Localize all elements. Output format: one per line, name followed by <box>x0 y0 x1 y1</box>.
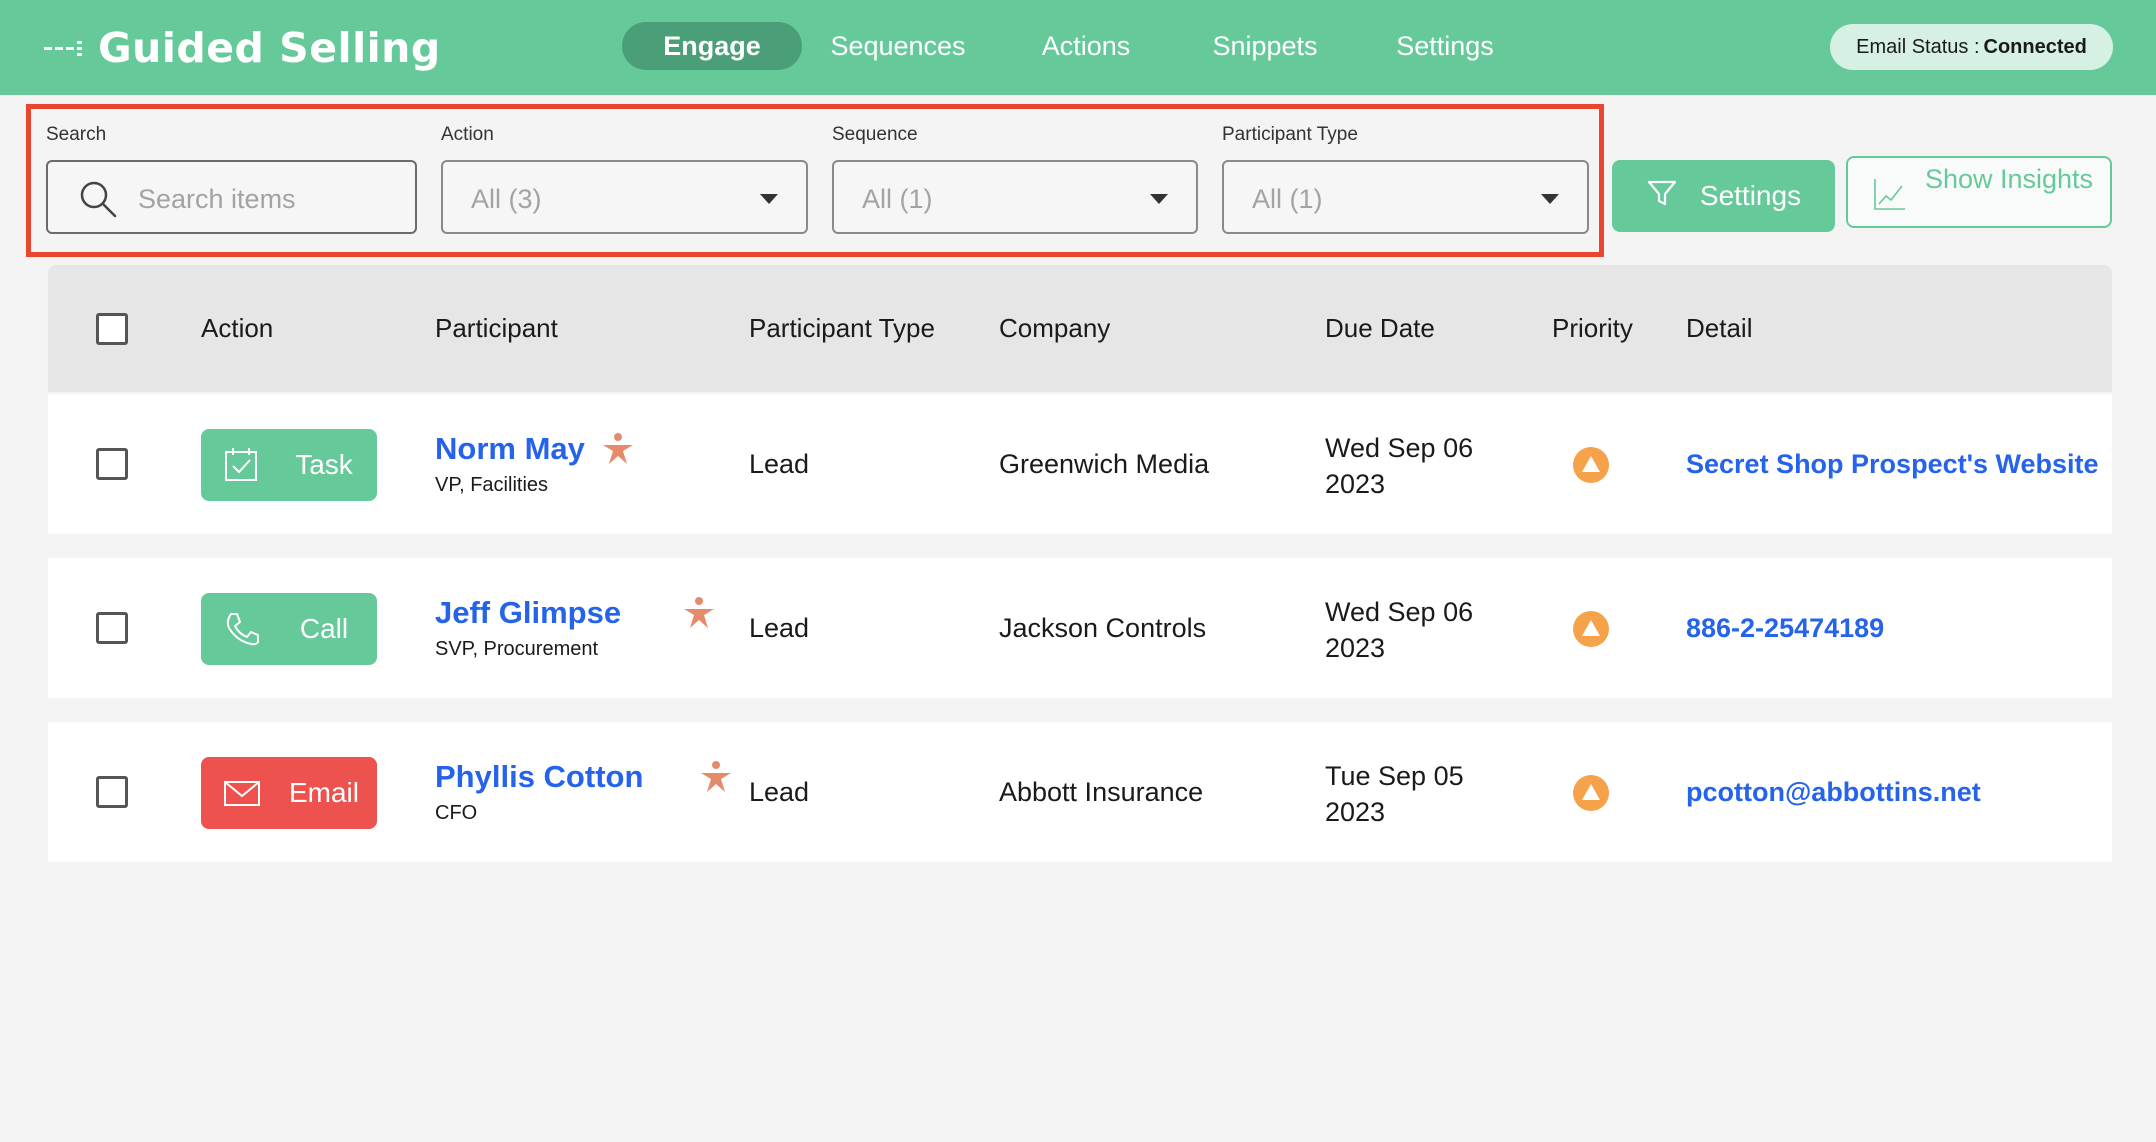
person-star-icon <box>601 432 635 466</box>
company-name: Abbott Insurance <box>999 777 1204 807</box>
email-action-button[interactable]: Email <box>201 757 377 829</box>
participant-type-filter-select[interactable]: All (1) <box>1222 160 1589 234</box>
call-action-button[interactable]: Call <box>201 593 377 665</box>
search-input[interactable]: Search items <box>46 160 417 234</box>
column-header-due-date: Due Date <box>1325 313 1435 343</box>
tab-engage[interactable]: Engage <box>622 22 802 70</box>
table-row: Task Norm May VP, Facilities Lead Greenw… <box>48 394 2112 534</box>
participant-type-filter-label: Participant Type <box>1222 124 1358 145</box>
app-title: Guided Selling <box>98 24 441 72</box>
action-filter-label: Action <box>441 124 494 145</box>
column-header-company: Company <box>999 313 1111 343</box>
chevron-down-icon <box>1150 194 1168 204</box>
participant-name-link[interactable]: Jeff Glimpse <box>435 595 621 631</box>
participant-name-link[interactable]: Norm May <box>435 431 585 467</box>
participant-type: Lead <box>749 613 810 643</box>
settings-filter-button[interactable]: Settings <box>1612 160 1835 232</box>
task-action-button[interactable]: Task <box>201 429 377 501</box>
priority-up-icon <box>1572 446 1610 484</box>
column-header-priority: Priority <box>1552 313 1633 343</box>
row-checkbox[interactable] <box>96 448 128 480</box>
due-date-year: 2023 <box>1325 469 1386 499</box>
action-label: Task <box>295 449 353 480</box>
action-filter-select[interactable]: All (3) <box>441 160 808 234</box>
priority-up-icon <box>1572 610 1610 648</box>
select-all-checkbox[interactable] <box>96 313 128 345</box>
envelope-icon <box>223 775 261 811</box>
action-label: Email <box>288 777 359 808</box>
priority-up-icon <box>1572 774 1610 812</box>
column-header-participant-type: Participant Type <box>749 313 935 343</box>
due-date-year: 2023 <box>1325 633 1386 663</box>
participant-type-filter-value: All (1) <box>1252 184 1323 214</box>
due-date-day: Wed Sep 06 <box>1325 433 1474 463</box>
chevron-down-icon <box>1541 194 1559 204</box>
line-chart-icon <box>1872 176 1908 212</box>
brand-logo-icon <box>44 36 84 60</box>
column-header-detail: Detail <box>1686 313 1753 343</box>
tab-sequences[interactable]: Sequences <box>822 22 974 70</box>
detail-link[interactable]: 886-2-25474189 <box>1686 613 1884 644</box>
show-insights-label: Show Insights <box>1924 164 2094 194</box>
sequence-filter-select[interactable]: All (1) <box>832 160 1198 234</box>
tab-snippets[interactable]: Snippets <box>1202 22 1328 70</box>
action-filter-value: All (3) <box>471 184 542 214</box>
participant-type: Lead <box>749 449 810 479</box>
participant-type: Lead <box>749 777 810 807</box>
detail-link[interactable]: Secret Shop Prospect's Website <box>1686 449 2099 480</box>
table-row: Call Jeff Glimpse SVP, Procurement Lead … <box>48 558 2112 698</box>
task-check-icon <box>223 447 261 483</box>
tab-actions[interactable]: Actions <box>1026 22 1146 70</box>
sequence-filter-value: All (1) <box>862 184 933 214</box>
table-row: Email Phyllis Cotton CFO Lead Abbott Ins… <box>48 722 2112 862</box>
search-icon <box>78 179 118 219</box>
column-header-participant: Participant <box>435 313 558 343</box>
email-status-label: Email Status : <box>1856 35 1980 58</box>
participant-title: CFO <box>435 802 478 824</box>
row-checkbox[interactable] <box>96 776 128 808</box>
participant-title: VP, Facilities <box>435 474 549 496</box>
show-insights-button[interactable]: Show Insights <box>1846 156 2112 228</box>
phone-icon <box>223 611 261 647</box>
detail-link[interactable]: pcotton@abbottins.net <box>1686 777 1981 808</box>
company-name: Greenwich Media <box>999 449 1210 479</box>
due-date: Wed Sep 06 2023 <box>1325 594 1505 666</box>
due-date: Tue Sep 05 2023 <box>1325 758 1505 830</box>
person-star-icon <box>699 760 733 794</box>
due-date-day: Tue Sep 05 <box>1325 761 1464 791</box>
email-status-badge: Email Status : Connected <box>1830 24 2113 70</box>
chevron-down-icon <box>760 194 778 204</box>
participant-title: SVP, Procurement <box>435 638 599 660</box>
participant-name-link[interactable]: Phyllis Cotton <box>435 759 643 795</box>
email-status-value: Connected <box>1983 35 2087 58</box>
action-label: Call <box>299 613 349 644</box>
due-date-year: 2023 <box>1325 797 1386 827</box>
table-header: Action Participant Participant Type Comp… <box>48 265 2112 392</box>
search-label: Search <box>46 124 107 145</box>
row-checkbox[interactable] <box>96 612 128 644</box>
brand: Guided Selling <box>44 22 441 74</box>
tab-settings[interactable]: Settings <box>1388 22 1502 70</box>
due-date: Wed Sep 06 2023 <box>1325 430 1505 502</box>
search-placeholder: Search items <box>138 184 296 214</box>
column-header-action: Action <box>201 313 274 343</box>
sequence-filter-label: Sequence <box>832 124 918 145</box>
top-navigation-bar: Guided Selling Engage Sequences Actions … <box>0 0 2156 95</box>
company-name: Jackson Controls <box>999 613 1207 643</box>
settings-button-label: Settings <box>1699 180 1802 211</box>
filter-funnel-icon <box>1646 177 1678 216</box>
person-star-icon <box>682 596 716 630</box>
due-date-day: Wed Sep 06 <box>1325 597 1474 627</box>
